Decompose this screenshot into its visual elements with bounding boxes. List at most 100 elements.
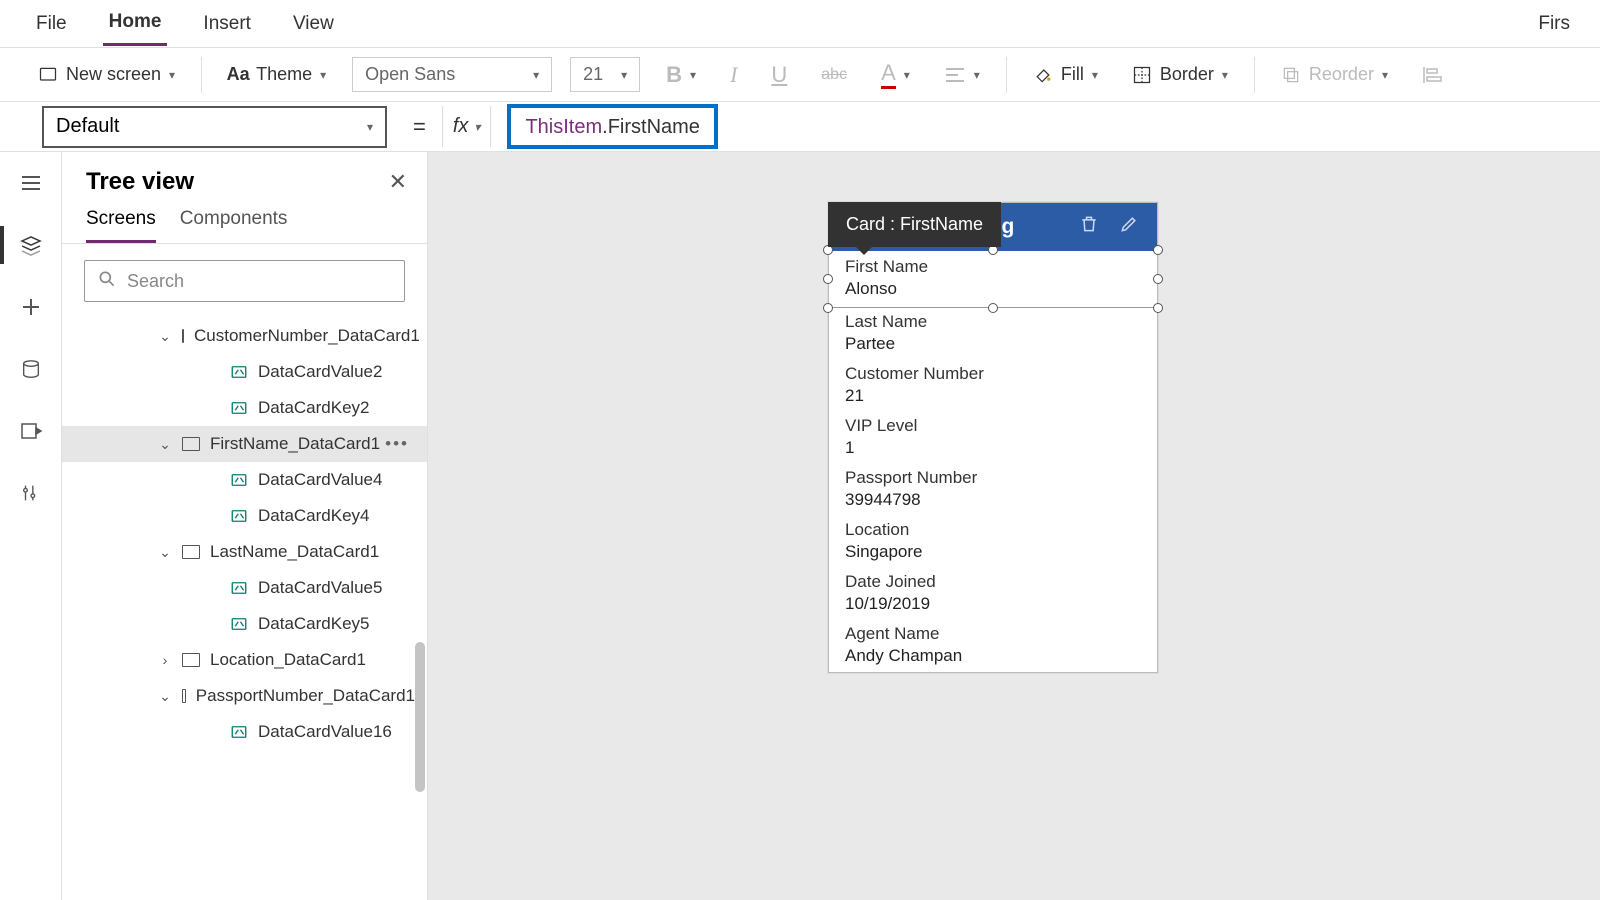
reorder-label: Reorder: [1309, 64, 1374, 85]
menu-home[interactable]: Home: [103, 1, 168, 46]
tree-item[interactable]: DataCardKey2: [62, 390, 427, 426]
formula-object: ThisItem: [525, 116, 602, 138]
tree-item[interactable]: ›Location_DataCard1: [62, 642, 427, 678]
resize-handle[interactable]: [988, 303, 998, 313]
resize-handle[interactable]: [1153, 245, 1163, 255]
tree-item[interactable]: DataCardValue4: [62, 462, 427, 498]
hamburger-icon[interactable]: [18, 170, 44, 196]
delete-icon[interactable]: [1079, 214, 1099, 240]
formula-property: .FirstName: [602, 116, 700, 138]
form-field[interactable]: VIP Level1: [829, 412, 1157, 464]
edit-icon[interactable]: [1119, 214, 1139, 240]
caret-icon[interactable]: ⌄: [156, 328, 174, 345]
tree-view-icon[interactable]: [18, 232, 44, 258]
media-icon[interactable]: [18, 418, 44, 444]
field-label: Last Name: [845, 312, 1141, 332]
main-area: Tree view ✕ Screens Components Search ⌄ C…: [0, 152, 1600, 900]
form-field[interactable]: Passport Number39944798: [829, 464, 1157, 516]
tab-screens[interactable]: Screens: [86, 208, 156, 243]
control-icon: [230, 471, 248, 489]
fx-button[interactable]: fx ▾: [442, 106, 492, 147]
form-card[interactable]: ling First NameAlonsoLast NameParteeCust…: [828, 202, 1158, 673]
tree-item[interactable]: ⌄PassportNumber_DataCard1: [62, 678, 427, 714]
chevron-down-icon: ▾: [1092, 68, 1098, 82]
datacard-icon: [182, 329, 184, 343]
form-field[interactable]: Customer Number21: [829, 360, 1157, 412]
form-field[interactable]: Agent NameAndy Champan: [829, 620, 1157, 672]
caret-icon[interactable]: ⌄: [156, 436, 174, 453]
border-label: Border: [1160, 64, 1214, 85]
resize-handle[interactable]: [823, 303, 833, 313]
close-icon[interactable]: ✕: [389, 169, 407, 195]
field-value: 21: [845, 386, 1141, 406]
caret-icon[interactable]: ⌄: [156, 688, 174, 705]
font-family-select[interactable]: Open Sans ▾: [352, 57, 552, 92]
form-field[interactable]: LocationSingapore: [829, 516, 1157, 568]
data-icon[interactable]: [18, 356, 44, 382]
font-color-button[interactable]: A▾: [873, 54, 918, 95]
tree-header: Tree view ✕: [62, 152, 427, 200]
field-value: 1: [845, 438, 1141, 458]
control-icon: [230, 363, 248, 381]
resize-handle[interactable]: [1153, 274, 1163, 284]
resize-handle[interactable]: [823, 274, 833, 284]
search-placeholder: Search: [127, 271, 184, 292]
property-select[interactable]: Default ▾: [42, 106, 387, 148]
datacard-icon: [182, 545, 200, 559]
border-button[interactable]: Border ▾: [1124, 58, 1236, 91]
field-label: Agent Name: [845, 624, 1141, 644]
tree-item-label: CustomerNumber_DataCard1: [194, 326, 420, 346]
chevron-down-icon: ▾: [533, 68, 539, 82]
resize-handle[interactable]: [1153, 303, 1163, 313]
tree-item-label: DataCardKey4: [258, 506, 370, 526]
tree-item[interactable]: ⌄ CustomerNumber_DataCard1: [62, 318, 427, 354]
font-size-select[interactable]: 21 ▾: [570, 57, 640, 92]
formula-input[interactable]: ThisItem.FirstName: [507, 104, 717, 149]
italic-button[interactable]: I: [722, 56, 745, 94]
fill-button[interactable]: Fill ▾: [1025, 58, 1106, 91]
font-family-value: Open Sans: [365, 64, 455, 85]
align-button[interactable]: ▾: [936, 60, 988, 90]
strikethrough-button[interactable]: abc: [813, 60, 855, 90]
tree-item[interactable]: DataCardKey4: [62, 498, 427, 534]
tree-item-label: DataCardKey2: [258, 398, 370, 418]
form-field[interactable]: Last NamePartee: [829, 308, 1157, 360]
reorder-icon: [1281, 65, 1301, 85]
tree-item[interactable]: DataCardValue2: [62, 354, 427, 390]
underline-button[interactable]: U: [763, 56, 795, 94]
field-label: Date Joined: [845, 572, 1141, 592]
form-field[interactable]: Date Joined10/19/2019: [829, 568, 1157, 620]
theme-button[interactable]: Aa Theme ▾: [220, 58, 334, 91]
caret-icon[interactable]: ›: [156, 652, 174, 668]
tree-item[interactable]: ⌄LastName_DataCard1: [62, 534, 427, 570]
menu-insert[interactable]: Insert: [197, 3, 257, 45]
caret-icon[interactable]: ⌄: [156, 544, 174, 561]
tree-title: Tree view: [86, 168, 194, 196]
tree-item[interactable]: ⌄FirstName_DataCard1•••: [62, 426, 427, 462]
chevron-down-icon: ▾: [621, 68, 627, 82]
new-screen-button[interactable]: New screen ▾: [30, 58, 183, 91]
tab-components[interactable]: Components: [180, 208, 288, 243]
insert-icon[interactable]: [18, 294, 44, 320]
align-objects-button[interactable]: [1414, 59, 1450, 91]
canvas[interactable]: Card : FirstName ling First NameAlonsoLa…: [428, 152, 1600, 900]
menu-file[interactable]: File: [30, 3, 73, 45]
datacard-icon: [182, 437, 200, 451]
datacard-icon: [182, 653, 200, 667]
search-input[interactable]: Search: [84, 260, 405, 302]
separator: [1254, 57, 1255, 93]
tree-item[interactable]: DataCardKey5: [62, 606, 427, 642]
reorder-button[interactable]: Reorder ▾: [1273, 58, 1396, 91]
bold-button[interactable]: B▾: [658, 56, 704, 94]
more-icon[interactable]: •••: [385, 434, 409, 454]
tree-item[interactable]: DataCardValue16: [62, 714, 427, 750]
tree-item[interactable]: DataCardValue5: [62, 570, 427, 606]
menu-view[interactable]: View: [287, 3, 340, 45]
datacard-icon: [182, 689, 186, 703]
control-icon: [230, 615, 248, 633]
tree-item-label: DataCardValue16: [258, 722, 392, 742]
field-value: Partee: [845, 334, 1141, 354]
advanced-tools-icon[interactable]: [18, 480, 44, 506]
scrollbar-thumb[interactable]: [415, 642, 425, 792]
selected-datacard[interactable]: First NameAlonso: [829, 251, 1157, 308]
